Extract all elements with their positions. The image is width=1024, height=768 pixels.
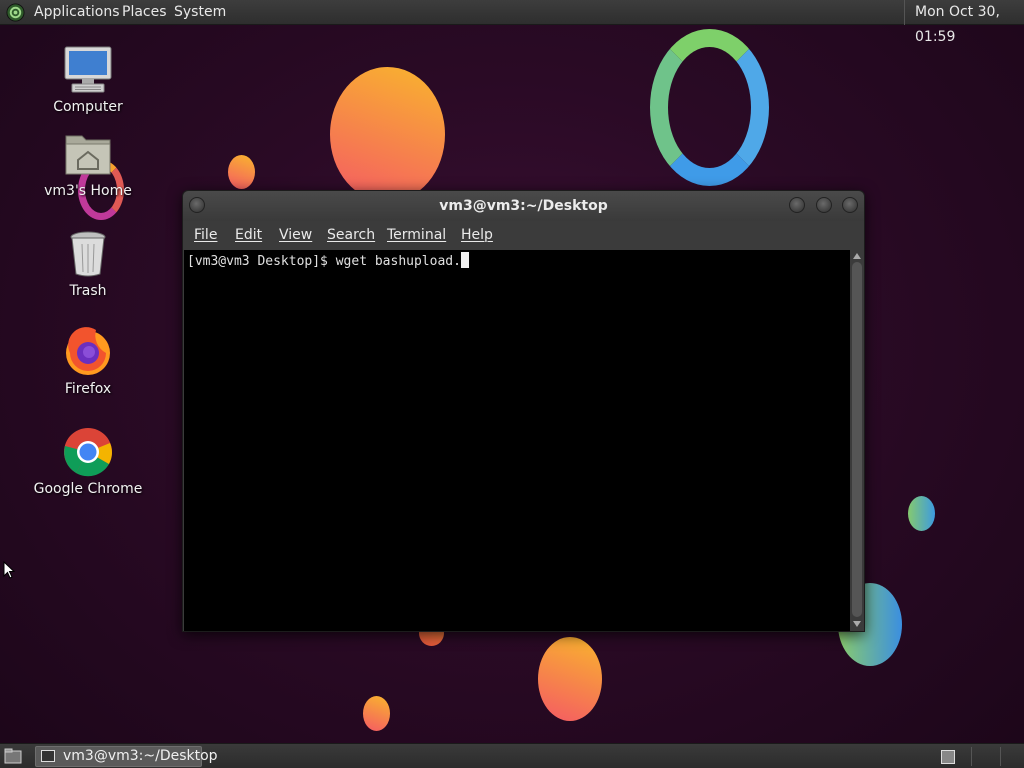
show-desktop-icon[interactable]	[4, 748, 22, 764]
top-panel: Applications Places System Mon Oct 30, 0…	[0, 0, 1024, 45]
trash-icon	[70, 231, 106, 277]
wallpaper-ring	[650, 29, 769, 186]
desktop-icon-label: Trash	[69, 283, 107, 299]
window-titlebar[interactable]: vm3@vm3:~/Desktop	[183, 191, 864, 221]
wallpaper-bubble	[908, 496, 935, 531]
close-button[interactable]	[842, 197, 858, 213]
desktop-icon-trash[interactable]: Trash	[33, 228, 143, 299]
desktop-icon-label: Google Chrome	[33, 481, 143, 497]
desktop-icon-home[interactable]: vm3's Home	[33, 128, 143, 199]
wallpaper-bubble	[538, 637, 602, 721]
computer-icon	[64, 46, 112, 93]
terminal-line: [vm3@vm3 Desktop]$ wget bashupload.	[187, 252, 469, 269]
menu-view[interactable]: View	[279, 227, 312, 243]
scroll-up-arrow-icon[interactable]	[853, 253, 861, 259]
text-cursor	[460, 252, 469, 268]
menu-file[interactable]: File	[194, 227, 217, 243]
taskbar-button-label: vm3@vm3:~/Desktop	[63, 748, 218, 764]
wallpaper-bubble	[363, 696, 390, 731]
wallpaper-bubble	[228, 155, 255, 189]
panel-divider	[971, 747, 972, 766]
mouse-pointer-icon	[3, 561, 15, 579]
window-menu-button[interactable]	[189, 197, 205, 213]
terminal-scrollbar[interactable]	[850, 250, 864, 631]
workspace-switcher[interactable]	[941, 750, 955, 764]
desktop-icon-label: Computer	[53, 99, 123, 115]
menu-terminal[interactable]: Terminal	[387, 227, 446, 243]
typed-command: wget bashupload.	[335, 254, 461, 269]
places-menu[interactable]: Places	[122, 4, 167, 21]
desktop-icon-firefox[interactable]: Firefox	[33, 326, 143, 397]
menu-search[interactable]: Search	[327, 227, 375, 243]
desktop-icon-label: vm3's Home	[44, 183, 132, 199]
terminal-icon	[41, 750, 55, 762]
maximize-button[interactable]	[816, 197, 832, 213]
wallpaper-bubble	[330, 67, 445, 202]
clock[interactable]: Mon Oct 30, 01:59	[904, 0, 1024, 45]
applications-menu[interactable]: Applications	[34, 4, 120, 21]
menu-edit[interactable]: Edit	[235, 227, 262, 243]
system-menu[interactable]: System	[174, 4, 226, 21]
shell-prompt: [vm3@vm3 Desktop]$	[187, 254, 336, 269]
window-title: vm3@vm3:~/Desktop	[439, 198, 608, 214]
desktop-icon-chrome[interactable]: Google Chrome	[33, 426, 143, 497]
scrollbar-thumb[interactable]	[852, 262, 862, 617]
terminal-menubar: File Edit View Search Terminal Help	[183, 221, 864, 249]
firefox-icon	[66, 327, 110, 375]
applications-icon[interactable]	[6, 3, 25, 22]
bottom-panel: vm3@vm3:~/Desktop	[0, 743, 1024, 768]
panel-divider	[1000, 747, 1001, 766]
terminal-window[interactable]: vm3@vm3:~/Desktop File Edit View Search …	[182, 190, 865, 632]
desktop-icon-label: Firefox	[64, 381, 112, 397]
desktop-icon-computer[interactable]: Computer	[33, 44, 143, 115]
minimize-button[interactable]	[789, 197, 805, 213]
scroll-down-arrow-icon[interactable]	[853, 621, 861, 627]
chrome-icon	[64, 428, 112, 477]
menu-help[interactable]: Help	[461, 227, 493, 243]
taskbar-terminal-button[interactable]: vm3@vm3:~/Desktop	[35, 746, 218, 767]
terminal-screen[interactable]: [vm3@vm3 Desktop]$ wget bashupload.	[184, 250, 850, 631]
home-folder-icon	[65, 135, 111, 175]
